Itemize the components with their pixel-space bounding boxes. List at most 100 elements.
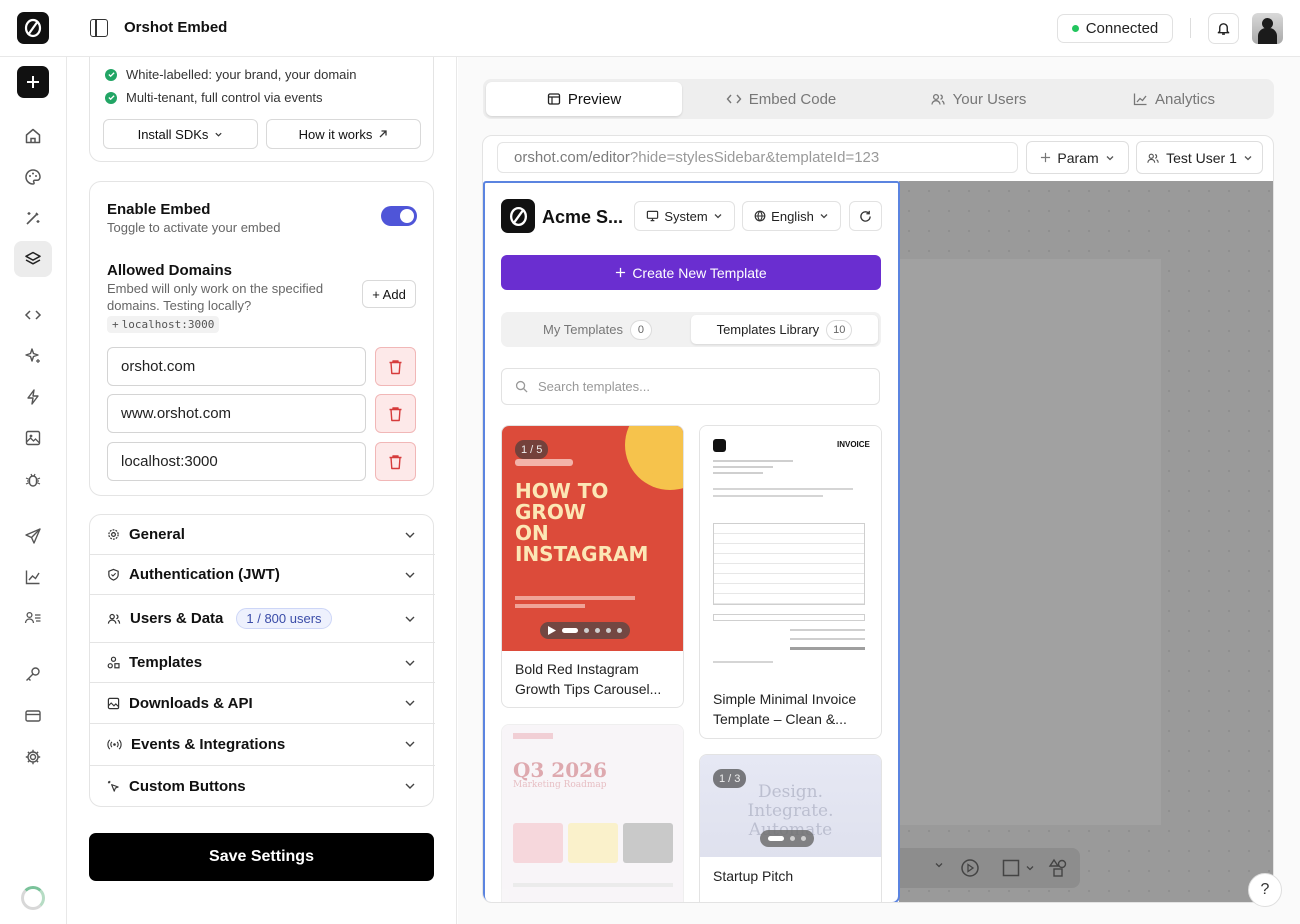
help-button[interactable]: ? [1248, 873, 1282, 907]
delete-domain-button[interactable] [375, 442, 416, 481]
rail-send[interactable] [14, 518, 52, 554]
rail-code[interactable] [14, 297, 52, 333]
tab-preview[interactable]: Preview [486, 82, 682, 116]
tab-my-templates[interactable]: My Templates 0 [504, 315, 691, 344]
editor-canvas-overlay [899, 181, 1273, 902]
monitor-icon [647, 210, 659, 222]
language-dropdown[interactable]: English [742, 201, 841, 231]
param-dropdown[interactable]: Param [1026, 141, 1129, 174]
save-settings-button[interactable]: Save Settings [89, 833, 434, 881]
tab-my-templates-label: My Templates [543, 322, 623, 337]
square-icon[interactable] [1002, 859, 1020, 877]
shapes-icon[interactable] [1048, 858, 1068, 878]
template-card[interactable]: Design. Integrate. Automate 1 / 3 Startu… [699, 754, 882, 902]
accordion-downloads-api[interactable]: Downloads & API [90, 683, 435, 724]
sidebar-toggle-icon[interactable] [90, 19, 108, 37]
accordion-users-label: Users & Data [130, 610, 224, 627]
tab-your-users[interactable]: Your Users [880, 82, 1076, 116]
rail-ai[interactable] [14, 338, 52, 374]
trash-icon [389, 454, 402, 469]
rail-automations[interactable] [14, 379, 52, 415]
template-card[interactable]: ✦ HOW TO GROW ON INSTAGRAM 1 / 5 Bold Re… [501, 425, 684, 708]
tab-embed-code[interactable]: Embed Code [683, 82, 879, 116]
tab-analytics[interactable]: Analytics [1076, 82, 1272, 116]
chevron-down-icon [405, 660, 415, 666]
users-icon [107, 613, 121, 624]
template-subline: Marketing Roadmap [513, 780, 607, 790]
canvas-toolbar [899, 848, 1080, 888]
domain-input[interactable]: orshot.com [107, 347, 366, 386]
page-count-chip: 1 / 3 [713, 769, 747, 788]
rail-team[interactable] [14, 600, 52, 636]
create-new-template-button[interactable]: Create New Template [501, 255, 881, 290]
chevron-down-icon [405, 741, 415, 747]
accordion-authentication[interactable]: Authentication (JWT) [90, 555, 435, 595]
orshot-logo[interactable] [17, 12, 49, 44]
tab-templates-library-label: Templates Library [716, 322, 820, 337]
plus-icon [1041, 152, 1051, 163]
rail-embed[interactable] [14, 241, 52, 277]
enable-embed-toggle[interactable] [381, 206, 417, 226]
rail-debug[interactable] [14, 462, 52, 498]
theme-dropdown[interactable]: System [634, 201, 735, 231]
feature-item: White-labelled: your brand, your domain [105, 67, 357, 82]
rail-billing[interactable] [14, 698, 52, 734]
embed-logo [501, 199, 535, 233]
domain-input[interactable]: localhost:3000 [107, 442, 366, 481]
accordion-users-data[interactable]: Users & Data 1 / 800 users [90, 595, 435, 643]
accordion-templates-label: Templates [129, 654, 203, 671]
enable-embed-subtitle: Toggle to activate your embed [107, 220, 281, 235]
user-avatar[interactable] [1252, 13, 1283, 44]
features-card: White-labelled: your brand, your domain … [89, 57, 434, 162]
rail-settings[interactable] [14, 739, 52, 775]
rail-images[interactable] [14, 420, 52, 456]
search-templates-input[interactable]: Search templates... [501, 368, 880, 405]
accordion-templates[interactable]: Templates [90, 643, 435, 683]
rail-magic[interactable] [14, 200, 52, 236]
carousel-dots[interactable] [540, 622, 630, 639]
create-button[interactable] [17, 66, 49, 98]
chevron-down-icon [405, 532, 415, 538]
template-thumbnail: Design. Integrate. Automate 1 / 3 [700, 755, 881, 857]
template-card[interactable]: INVOICE Simple Minimal Invoice Template … [699, 425, 882, 739]
play-circle-icon[interactable] [960, 858, 980, 878]
notifications-button[interactable] [1208, 13, 1239, 44]
how-it-works-button[interactable]: How it works [266, 119, 421, 149]
domain-input[interactable]: www.orshot.com [107, 394, 366, 433]
plus-icon [616, 267, 626, 278]
rail-brand[interactable] [14, 159, 52, 195]
status-text: Connected [1085, 20, 1159, 37]
template-name: Bold Red Instagram Growth Tips Carousel.… [515, 661, 662, 697]
test-user-dropdown[interactable]: Test User 1 [1136, 141, 1263, 174]
trash-icon [389, 406, 402, 421]
tab-embed-code-label: Embed Code [748, 90, 837, 108]
code-icon [24, 310, 42, 320]
delete-domain-button[interactable] [375, 394, 416, 433]
bug-icon [25, 473, 41, 487]
localhost-chip[interactable]: + localhost:3000 [107, 316, 220, 333]
rail-api-keys[interactable] [14, 656, 52, 692]
accordion-events-integrations[interactable]: Events & Integrations [90, 724, 435, 766]
preview-url-bar[interactable]: orshot.com/editor ?hide=stylesSidebar&tem… [497, 142, 1018, 173]
install-sdks-button[interactable]: Install SDKs [103, 119, 258, 149]
refresh-button[interactable] [849, 201, 882, 231]
rail-home[interactable] [14, 118, 52, 154]
template-tabs: My Templates 0 Templates Library 10 [501, 312, 881, 347]
template-headline: Q3 2026 [513, 758, 607, 782]
external-link-icon [379, 130, 387, 138]
plus-icon: + [112, 318, 119, 331]
template-card[interactable]: Q3 2026 Marketing Roadmap [501, 724, 684, 902]
delete-domain-button[interactable] [375, 347, 416, 386]
search-placeholder: Search templates... [538, 379, 650, 394]
add-domain-button[interactable]: + Add [362, 280, 416, 308]
carousel-dots[interactable] [760, 830, 814, 847]
accordion-general[interactable]: General [90, 515, 435, 555]
chevron-down-icon [1106, 155, 1114, 160]
rail-analytics[interactable] [14, 559, 52, 595]
template-thumbnail: ✦ HOW TO GROW ON INSTAGRAM 1 / 5 [502, 426, 683, 651]
accordion-custom-buttons[interactable]: Custom Buttons [90, 766, 435, 807]
chevron-down-icon [405, 700, 415, 706]
tab-templates-library[interactable]: Templates Library 10 [691, 315, 878, 344]
connection-status-badge: Connected [1057, 14, 1173, 43]
accordion-authentication-label: Authentication (JWT) [129, 566, 280, 583]
